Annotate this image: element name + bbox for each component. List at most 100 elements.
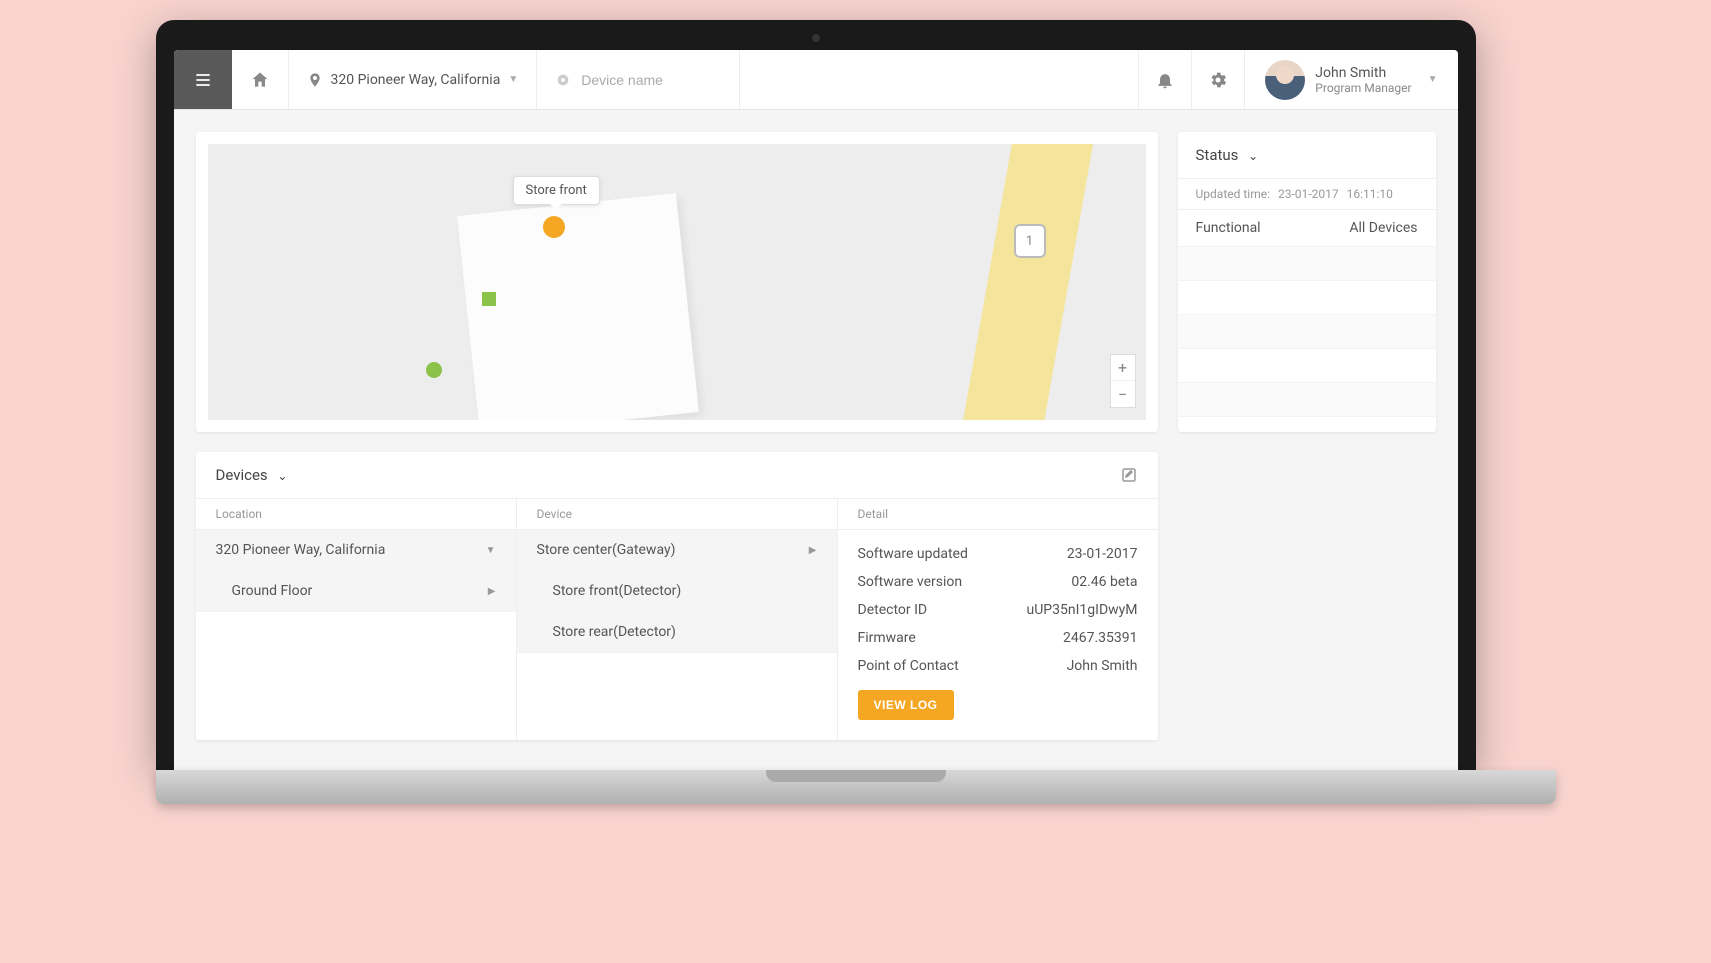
main: 1 Store front + − bbox=[174, 110, 1458, 770]
topbar-spacer bbox=[740, 50, 1139, 109]
caret-down-icon: ▼ bbox=[486, 545, 496, 556]
status-row-empty bbox=[1178, 315, 1436, 349]
profile-menu[interactable]: John Smith Program Manager ▼ bbox=[1245, 50, 1457, 109]
target-icon bbox=[555, 72, 571, 88]
view-log-button[interactable]: VIEW LOG bbox=[858, 690, 954, 720]
functional-label: Functional bbox=[1196, 220, 1261, 236]
chevron-down-icon: ▼ bbox=[1428, 74, 1438, 85]
caret-right-icon: ▶ bbox=[488, 586, 496, 597]
device-row[interactable]: Store rear(Detector) bbox=[517, 612, 837, 653]
status-row-empty bbox=[1178, 383, 1436, 417]
device-row-label: Store rear(Detector) bbox=[553, 624, 676, 640]
devices-title-text: Devices bbox=[216, 466, 268, 484]
location-row-label: Ground Floor bbox=[232, 583, 313, 599]
detail-value: 2467.35391 bbox=[1063, 630, 1138, 646]
profile-name: John Smith bbox=[1315, 65, 1411, 81]
updated-date: 23-01-2017 bbox=[1278, 187, 1339, 201]
all-devices-label: All Devices bbox=[1349, 220, 1417, 236]
updated-label: Updated time: bbox=[1196, 187, 1270, 201]
device-search-seg bbox=[537, 50, 740, 109]
location-text: 320 Pioneer Way, California bbox=[331, 72, 501, 88]
detail-value: John Smith bbox=[1067, 658, 1138, 674]
map-marker-store-front[interactable] bbox=[543, 216, 565, 238]
topbar: 320 Pioneer Way, California ▼ John Smith… bbox=[174, 50, 1458, 110]
detail-label: Point of Contact bbox=[858, 658, 959, 674]
map-marker-gateway[interactable] bbox=[482, 292, 496, 306]
detail-header: Detail bbox=[838, 499, 1158, 530]
detail-row: Software version 02.46 beta bbox=[858, 568, 1138, 596]
status-row: Functional All Devices bbox=[1178, 210, 1436, 247]
map-canvas[interactable]: 1 Store front + − bbox=[208, 144, 1146, 420]
detail-label: Firmware bbox=[858, 630, 916, 646]
map-marker-store-rear[interactable] bbox=[426, 362, 442, 378]
zoom-out-button[interactable]: − bbox=[1111, 381, 1135, 407]
status-row-empty bbox=[1178, 247, 1436, 281]
left-column: 1 Store front + − bbox=[196, 132, 1158, 748]
detail-label: Software version bbox=[858, 574, 963, 590]
map-building bbox=[457, 193, 699, 420]
profile-info: John Smith Program Manager bbox=[1315, 65, 1411, 95]
bell-icon bbox=[1155, 70, 1175, 90]
menu-icon bbox=[193, 70, 213, 90]
detail-row: Software updated 23-01-2017 bbox=[858, 540, 1138, 568]
map-tooltip: Store front bbox=[513, 176, 600, 205]
location-row[interactable]: 320 Pioneer Way, California ▼ bbox=[196, 530, 516, 571]
location-column: Location 320 Pioneer Way, California ▼ G… bbox=[196, 499, 517, 740]
device-row[interactable]: Store center(Gateway) ▶ bbox=[517, 530, 837, 571]
location-row-label: 320 Pioneer Way, California bbox=[216, 542, 386, 558]
device-column: Device Store center(Gateway) ▶ Store fro… bbox=[517, 499, 838, 740]
detail-value: 23-01-2017 bbox=[1067, 546, 1138, 562]
detail-row: Point of Contact John Smith bbox=[858, 652, 1138, 680]
profile-role: Program Manager bbox=[1315, 81, 1411, 95]
home-button[interactable] bbox=[232, 50, 289, 109]
home-icon bbox=[250, 70, 270, 90]
notifications-button[interactable] bbox=[1139, 50, 1192, 109]
detail-body: Software updated 23-01-2017 Software vers… bbox=[838, 530, 1158, 740]
chevron-down-icon: ⌄ bbox=[1248, 149, 1258, 163]
laptop-frame: 320 Pioneer Way, California ▼ John Smith… bbox=[156, 20, 1476, 770]
detail-column: Detail Software updated 23-01-2017 Softwa… bbox=[838, 499, 1158, 740]
device-search-input[interactable] bbox=[581, 72, 721, 88]
detail-label: Detector ID bbox=[858, 602, 928, 618]
location-header: Location bbox=[196, 499, 516, 530]
route-shield: 1 bbox=[1014, 224, 1046, 258]
laptop-base bbox=[156, 770, 1556, 804]
map-zoom: + − bbox=[1110, 354, 1136, 408]
devices-header: Devices ⌄ bbox=[196, 452, 1158, 499]
zoom-in-button[interactable]: + bbox=[1111, 355, 1135, 381]
detail-row: Detector ID uUP35nI1gIDwyM bbox=[858, 596, 1138, 624]
gear-icon bbox=[1208, 70, 1228, 90]
detail-label: Software updated bbox=[858, 546, 968, 562]
device-row-label: Store front(Detector) bbox=[553, 583, 682, 599]
map-card: 1 Store front + − bbox=[196, 132, 1158, 432]
status-row-empty bbox=[1178, 349, 1436, 383]
detail-value: uUP35nI1gIDwyM bbox=[1027, 602, 1138, 618]
location-selector[interactable]: 320 Pioneer Way, California ▼ bbox=[289, 50, 538, 109]
status-row-empty bbox=[1178, 281, 1436, 315]
devices-card: Devices ⌄ Location 320 Pioneer Way, Cali… bbox=[196, 452, 1158, 740]
chevron-down-icon: ▼ bbox=[508, 74, 518, 85]
status-updated: Updated time: 23-01-2017 16:11:10 bbox=[1178, 179, 1436, 210]
chevron-down-icon: ⌄ bbox=[277, 469, 287, 483]
location-row[interactable]: Ground Floor ▶ bbox=[196, 571, 516, 612]
edit-button[interactable] bbox=[1120, 466, 1138, 484]
devices-title[interactable]: Devices ⌄ bbox=[216, 466, 288, 484]
status-title: Status bbox=[1196, 146, 1239, 164]
app-screen: 320 Pioneer Way, California ▼ John Smith… bbox=[174, 50, 1458, 770]
status-card: Status ⌄ Updated time: 23-01-2017 16:11:… bbox=[1178, 132, 1436, 432]
settings-button[interactable] bbox=[1192, 50, 1245, 109]
detail-row: Firmware 2467.35391 bbox=[858, 624, 1138, 652]
status-header[interactable]: Status ⌄ bbox=[1178, 132, 1436, 179]
edit-icon bbox=[1120, 466, 1138, 484]
hamburger-button[interactable] bbox=[174, 50, 232, 109]
devices-columns: Location 320 Pioneer Way, California ▼ G… bbox=[196, 499, 1158, 740]
pin-icon bbox=[307, 70, 323, 90]
updated-time: 16:11:10 bbox=[1347, 187, 1393, 201]
device-row[interactable]: Store front(Detector) bbox=[517, 571, 837, 612]
map-road bbox=[951, 144, 1099, 420]
device-row-label: Store center(Gateway) bbox=[537, 542, 676, 558]
detail-value: 02.46 beta bbox=[1071, 574, 1137, 590]
caret-right-icon: ▶ bbox=[809, 545, 817, 556]
avatar bbox=[1265, 60, 1305, 100]
device-header: Device bbox=[517, 499, 837, 530]
